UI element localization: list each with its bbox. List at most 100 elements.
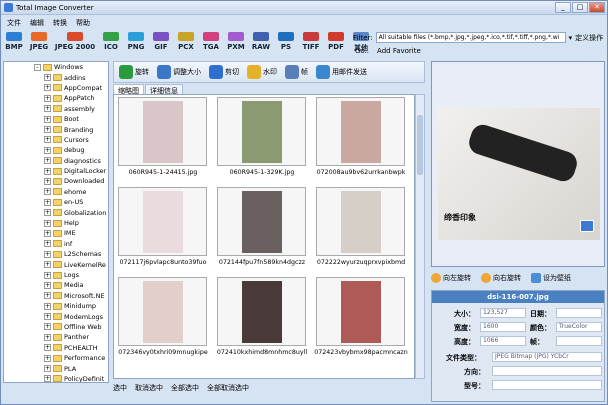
- format-button-ico[interactable]: ICO: [100, 32, 122, 53]
- crop-button[interactable]: 剪切: [207, 64, 241, 80]
- expand-icon[interactable]: +: [44, 146, 51, 154]
- thumbnail-item[interactable]: 060R945-1-24415.jpg: [114, 95, 212, 183]
- tree-item[interactable]: + assembly: [4, 104, 108, 114]
- expand-icon[interactable]: +: [44, 271, 51, 279]
- thumbnail-image[interactable]: [217, 97, 306, 166]
- thumbnail-item[interactable]: 072346vy0txhri09mnugkipe: [114, 275, 212, 363]
- select-button[interactable]: 选中: [113, 383, 127, 393]
- thumbnail-image[interactable]: [118, 97, 207, 166]
- format-button-pdf[interactable]: PDF: [325, 32, 347, 53]
- tree-item[interactable]: + PLA: [4, 363, 108, 373]
- deselect-all-button[interactable]: 全部取消选中: [207, 383, 249, 393]
- go-button[interactable]: Go..: [355, 47, 369, 55]
- format-button-tiff[interactable]: TIFF: [300, 32, 322, 53]
- tree-item[interactable]: + Downloaded: [4, 176, 108, 186]
- expand-icon[interactable]: +: [44, 375, 51, 382]
- expand-icon[interactable]: +: [44, 240, 51, 248]
- tree-item[interactable]: + ehome: [4, 187, 108, 197]
- zoom-icon[interactable]: [580, 220, 594, 232]
- menu-convert[interactable]: 转换: [53, 18, 67, 28]
- expand-icon[interactable]: +: [44, 209, 51, 217]
- thumbnail-item[interactable]: 072410kxhimd8mnhmc8uyll: [213, 275, 311, 363]
- watermark-button[interactable]: 水印: [245, 64, 279, 80]
- format-button-gif[interactable]: GIF: [150, 32, 172, 53]
- collapse-icon[interactable]: -: [34, 63, 41, 71]
- tree-item[interactable]: + AppCompat: [4, 83, 108, 93]
- define-action-button[interactable]: 定义操作: [575, 33, 603, 43]
- expand-icon[interactable]: +: [44, 219, 51, 227]
- frame-button[interactable]: 帧: [283, 64, 310, 80]
- expand-icon[interactable]: +: [44, 292, 51, 300]
- rotate-left-button[interactable]: 向左旋转: [431, 273, 471, 283]
- tree-item[interactable]: + ModemLogs: [4, 311, 108, 321]
- format-button-ps[interactable]: PS: [275, 32, 297, 53]
- expand-icon[interactable]: +: [44, 333, 51, 341]
- email-button[interactable]: 用邮件发送: [314, 64, 369, 80]
- thumbnail-image[interactable]: [118, 187, 207, 256]
- format-button-raw[interactable]: RAW: [250, 32, 272, 53]
- tree-item-windows[interactable]: - Windows: [4, 62, 108, 72]
- expand-icon[interactable]: +: [44, 126, 51, 134]
- thumbnail-image[interactable]: [118, 277, 207, 346]
- select-all-button[interactable]: 全部选中: [171, 383, 199, 393]
- tree-item[interactable]: + Logs: [4, 270, 108, 280]
- tree-item[interactable]: + Globalization: [4, 207, 108, 217]
- menu-help[interactable]: 帮助: [76, 18, 90, 28]
- expand-icon[interactable]: +: [44, 74, 51, 82]
- rotate-right-button[interactable]: 向右旋转: [481, 273, 521, 283]
- scrollbar[interactable]: [415, 94, 425, 379]
- tree-item[interactable]: + debug: [4, 145, 108, 155]
- tree-item[interactable]: + L2Schemas: [4, 249, 108, 259]
- tree-item[interactable]: + LiveKernelRe: [4, 259, 108, 269]
- format-button-pcx[interactable]: PCX: [175, 32, 197, 53]
- rotate-button[interactable]: 旋转: [117, 64, 151, 80]
- expand-icon[interactable]: +: [44, 365, 51, 373]
- thumbnail-item[interactable]: 072117j6pvlapc8unto39fuo: [114, 185, 212, 273]
- tree-item[interactable]: + Branding: [4, 124, 108, 134]
- expand-icon[interactable]: +: [44, 229, 51, 237]
- tree-item[interactable]: + Panther: [4, 332, 108, 342]
- expand-icon[interactable]: +: [44, 250, 51, 258]
- expand-icon[interactable]: +: [44, 167, 51, 175]
- tree-item[interactable]: + en-US: [4, 197, 108, 207]
- expand-icon[interactable]: +: [44, 281, 51, 289]
- tree-item[interactable]: + inf: [4, 239, 108, 249]
- thumbnail-image[interactable]: [316, 277, 405, 346]
- format-button-jpeg-2000[interactable]: JPEG 2000: [53, 32, 97, 53]
- tree-item[interactable]: + Microsoft.NE: [4, 291, 108, 301]
- expand-icon[interactable]: +: [44, 354, 51, 362]
- tree-item[interactable]: + Minidump: [4, 301, 108, 311]
- expand-icon[interactable]: +: [44, 313, 51, 321]
- tree-item[interactable]: + IME: [4, 228, 108, 238]
- close-button[interactable]: ✕: [589, 2, 605, 13]
- thumbnail-image[interactable]: [217, 277, 306, 346]
- thumbnail-item[interactable]: 072144fpu7fn589kn4dgczz: [213, 185, 311, 273]
- tree-item[interactable]: + Performance: [4, 353, 108, 363]
- tree-item[interactable]: + PolicyDefinit: [4, 374, 108, 382]
- format-button-tga[interactable]: TGA: [200, 32, 222, 53]
- thumbnail-image[interactable]: [316, 187, 405, 256]
- expand-icon[interactable]: +: [44, 84, 51, 92]
- expand-icon[interactable]: +: [44, 115, 51, 123]
- thumbnail-item[interactable]: 060R945-1-329K.jpg: [213, 95, 311, 183]
- tree-item[interactable]: + Media: [4, 280, 108, 290]
- expand-icon[interactable]: +: [44, 94, 51, 102]
- tree-item[interactable]: + diagnostics: [4, 156, 108, 166]
- scroll-thumb[interactable]: [417, 115, 423, 175]
- expand-icon[interactable]: +: [44, 157, 51, 165]
- filter-select[interactable]: All suitable files (*.bmp,*.jpg,*.jpeg,*…: [375, 32, 566, 43]
- tree-item[interactable]: + Boot: [4, 114, 108, 124]
- expand-icon[interactable]: +: [44, 188, 51, 196]
- format-button-png[interactable]: PNG: [125, 32, 147, 53]
- deselect-button[interactable]: 取消选中: [135, 383, 163, 393]
- expand-icon[interactable]: +: [44, 136, 51, 144]
- expand-icon[interactable]: +: [44, 198, 51, 206]
- thumbnail-item[interactable]: 072008au9bv62urrkanbwpk: [312, 95, 410, 183]
- tree-item[interactable]: + Offline Web: [4, 322, 108, 332]
- tree-item[interactable]: + Cursors: [4, 135, 108, 145]
- expand-icon[interactable]: +: [44, 261, 51, 269]
- menu-file[interactable]: 文件: [7, 18, 21, 28]
- folder-tree[interactable]: - Windows + addins + AppCompat + AppPatch + assem…: [3, 61, 109, 383]
- format-button-bmp[interactable]: BMP: [3, 32, 25, 53]
- add-favorite-button[interactable]: Add Favorite: [377, 47, 421, 55]
